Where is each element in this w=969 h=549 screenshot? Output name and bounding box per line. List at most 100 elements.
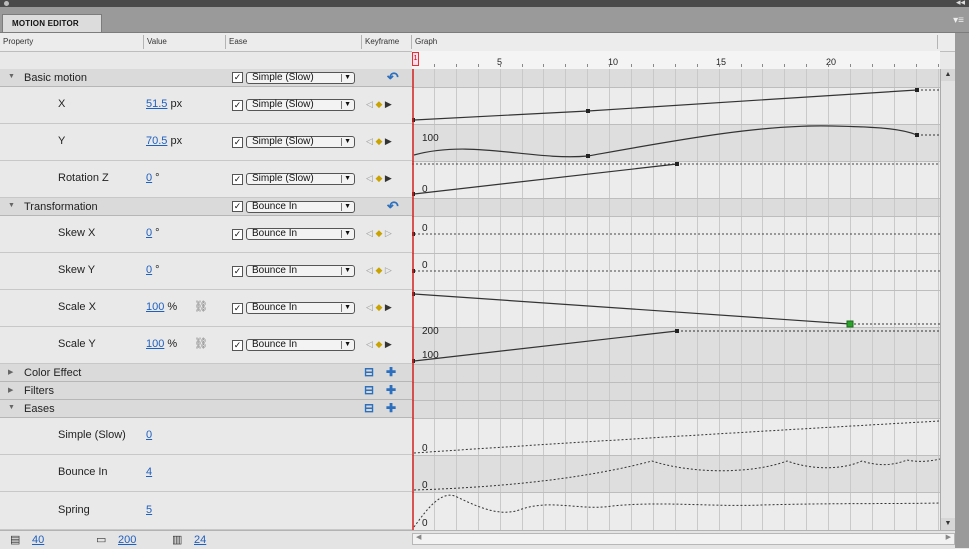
ease-value[interactable]: 4: [146, 466, 152, 478]
ease-dropdown[interactable]: Simple (Slow) ▼: [246, 99, 355, 111]
ease-dropdown[interactable]: Simple (Slow) ▼: [246, 136, 355, 148]
link-values-icon[interactable]: ⛓: [194, 337, 208, 350]
previous-keyframe-icon: ◁: [366, 265, 373, 275]
remove-item-icon[interactable]: ⊟: [364, 401, 374, 415]
property-row-scale-x: Scale X 100 % ⛓ ✓ Bounce In ▼ ◁ ◆ ▶: [0, 290, 412, 327]
keyframe-nav[interactable]: ◁ ◆ ▶: [366, 173, 392, 184]
next-keyframe-icon: ▶: [384, 339, 392, 349]
graph-label: 0: [422, 223, 428, 234]
ease-dropdown[interactable]: Bounce In ▼: [246, 339, 355, 351]
add-item-icon[interactable]: ✚: [386, 383, 396, 397]
panel-menu-icon[interactable]: ▾≡: [953, 15, 964, 26]
keyframe-nav[interactable]: ◁ ◆ ▶: [366, 302, 392, 313]
tab-motion-editor[interactable]: MOTION EDITOR: [2, 14, 102, 32]
remove-item-icon[interactable]: ⊟: [364, 365, 374, 379]
property-value[interactable]: 0 °: [146, 264, 160, 276]
ruler-tick: [434, 64, 435, 67]
property-row-x: X 51.5 px ✓ Simple (Slow) ▼ ◁ ◆ ▶: [0, 87, 412, 124]
property-value[interactable]: 100 %: [146, 338, 177, 350]
section-transformation[interactable]: ▼ Transformation ✓ Bounce In ▼ ↶: [0, 198, 412, 216]
ease-value[interactable]: 0: [146, 429, 152, 441]
row-height-value[interactable]: 40: [32, 534, 44, 546]
property-row-scale-y: Scale Y 100 % ⛓ ✓ Bounce In ▼ ◁ ◆ ▶: [0, 327, 412, 364]
ruler-tick: [850, 64, 851, 67]
section-color-effect[interactable]: ▶ Color Effect ⊟ ✚: [0, 364, 412, 382]
selected-keyframe-point: [846, 320, 854, 328]
ease-dropdown[interactable]: Bounce In ▼: [246, 302, 355, 314]
ease-checkbox[interactable]: ✓: [232, 201, 243, 212]
scroll-up-icon[interactable]: ▲: [941, 69, 955, 81]
ease-label: Simple (Slow): [58, 429, 126, 441]
ease-label: Spring: [58, 504, 90, 516]
graph-size-value[interactable]: 200: [118, 534, 136, 546]
ease-dropdown[interactable]: Bounce In ▼: [246, 228, 355, 240]
reset-values-icon[interactable]: ↶: [387, 198, 399, 215]
ease-checkbox[interactable]: ✓: [232, 72, 243, 83]
ease-dropdown[interactable]: Bounce In ▼: [246, 201, 355, 213]
scroll-right-icon[interactable]: ▶: [946, 533, 951, 541]
add-item-icon[interactable]: ✚: [386, 365, 396, 379]
next-keyframe-icon: ▷: [384, 265, 392, 275]
ease-checkbox[interactable]: ✓: [232, 303, 243, 314]
section-filters[interactable]: ▶ Filters ⊟ ✚: [0, 382, 412, 400]
property-value[interactable]: 51.5 px: [146, 98, 182, 110]
scroll-down-icon[interactable]: ▼: [941, 518, 955, 530]
keyframe-nav[interactable]: ◁ ◆ ▷: [366, 228, 392, 239]
column-header: Property Value Ease Keyframe Graph: [0, 33, 969, 52]
add-item-icon[interactable]: ✚: [386, 401, 396, 415]
ease-label: Bounce In: [58, 466, 108, 478]
horizontal-scrollbar[interactable]: ◀ ▶: [412, 533, 955, 545]
vertical-scrollbar[interactable]: ▲ ▼: [940, 69, 955, 530]
keyframe-nav[interactable]: ◁ ◆ ▶: [366, 136, 392, 147]
section-label: Color Effect: [24, 367, 82, 379]
property-value[interactable]: 0 °: [146, 227, 160, 239]
remove-item-icon[interactable]: ⊟: [364, 383, 374, 397]
add-keyframe-icon: ◆: [375, 173, 383, 183]
ruler-tick: [938, 64, 939, 67]
expanded-triangle-icon[interactable]: ▼: [8, 202, 15, 209]
property-value[interactable]: 100 %: [146, 301, 177, 313]
keyframe-nav[interactable]: ◁ ◆ ▷: [366, 265, 392, 276]
ease-checkbox[interactable]: ✓: [232, 100, 243, 111]
reset-values-icon[interactable]: ↶: [387, 69, 399, 86]
property-label: Rotation Z: [58, 172, 109, 184]
ease-checkbox[interactable]: ✓: [232, 174, 243, 185]
property-value[interactable]: 70.5 px: [146, 135, 182, 147]
previous-keyframe-icon: ◁: [366, 339, 373, 349]
playhead-marker[interactable]: 1: [412, 52, 419, 66]
previous-keyframe-icon: ◁: [366, 99, 373, 109]
keyframe-nav[interactable]: ◁ ◆ ▶: [366, 339, 392, 350]
expanded-triangle-icon[interactable]: ▼: [8, 404, 15, 411]
panel-top-strip: ◂◂: [0, 0, 969, 7]
scroll-left-icon[interactable]: ◀: [416, 533, 421, 541]
section-basic-motion[interactable]: ▼ Basic motion ✓ Simple (Slow) ▼ ↶: [0, 69, 412, 87]
expanded-triangle-icon[interactable]: ▼: [8, 73, 15, 80]
collapsed-triangle-icon[interactable]: ▶: [8, 386, 13, 394]
viewable-frames-value[interactable]: 24: [194, 534, 206, 546]
collapsed-triangle-icon[interactable]: ▶: [8, 368, 13, 376]
ease-dropdown[interactable]: Simple (Slow) ▼: [246, 173, 355, 185]
ruler-tick: [675, 64, 676, 67]
previous-keyframe-icon: ◁: [366, 136, 373, 146]
ease-value[interactable]: 5: [146, 504, 152, 516]
add-keyframe-icon: ◆: [375, 99, 383, 109]
property-value[interactable]: 0 °: [146, 172, 160, 184]
ease-dropdown[interactable]: Bounce In ▼: [246, 265, 355, 277]
section-eases[interactable]: ▼ Eases ⊟ ✚: [0, 400, 412, 418]
ruler-tick: [456, 64, 457, 67]
section-label: Basic motion: [24, 72, 87, 84]
ease-checkbox[interactable]: ✓: [232, 229, 243, 240]
header-keyframe: Keyframe: [365, 37, 400, 46]
ease-checkbox[interactable]: ✓: [232, 137, 243, 148]
link-values-icon[interactable]: ⛓: [194, 300, 208, 313]
ruler-tick: [894, 64, 895, 67]
ease-checkbox[interactable]: ✓: [232, 340, 243, 351]
close-dot-icon[interactable]: [4, 1, 9, 6]
keyframe-nav[interactable]: ◁ ◆ ▶: [366, 99, 392, 110]
property-label: X: [58, 98, 66, 110]
ease-checkbox[interactable]: ✓: [232, 266, 243, 277]
ease-dropdown[interactable]: Simple (Slow) ▼: [246, 72, 355, 84]
frame-ruler[interactable]: 1 5 10 15 20: [412, 51, 940, 70]
graph-area[interactable]: 100 0 0 0 200 100 0 0 0: [412, 69, 940, 530]
ruler-tick: [500, 64, 501, 67]
